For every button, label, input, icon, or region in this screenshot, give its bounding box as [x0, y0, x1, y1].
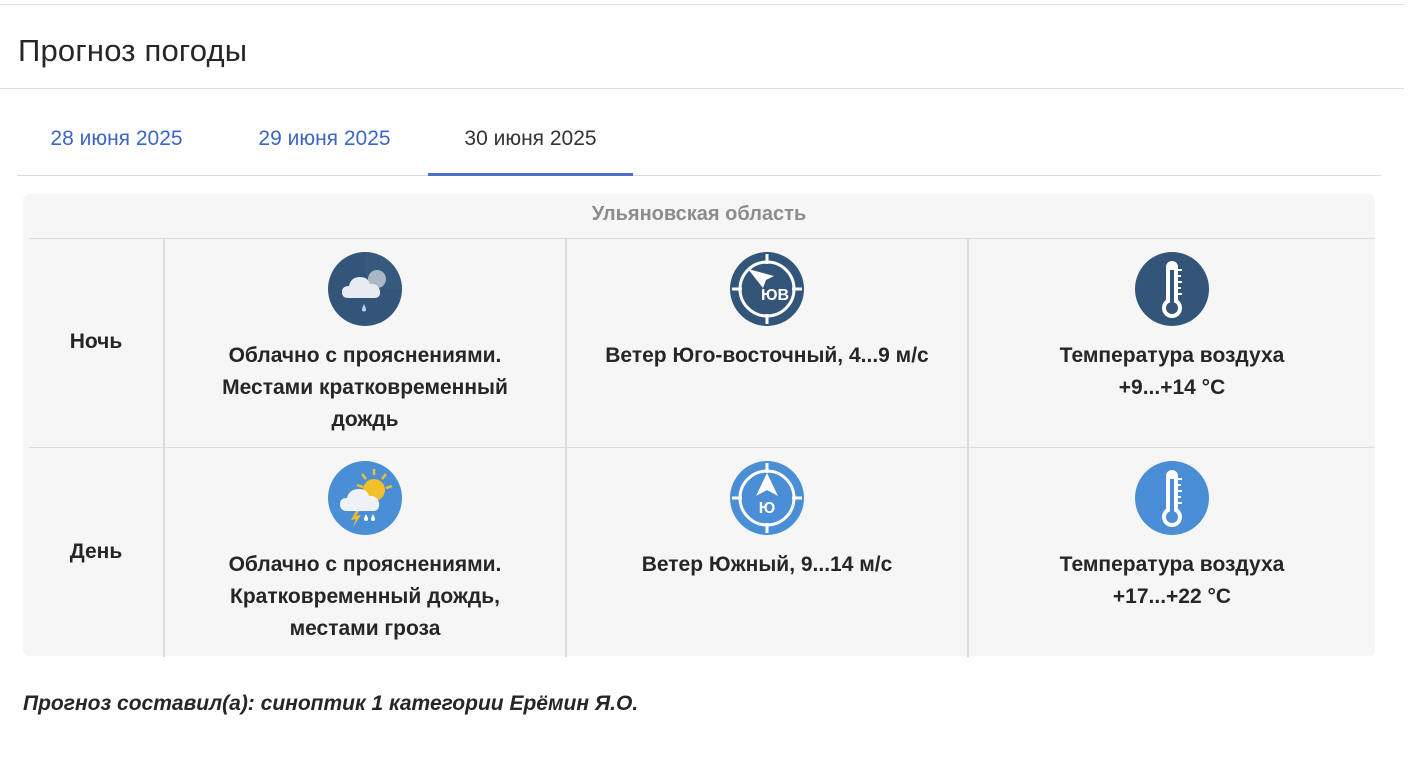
page-header: Прогноз погоды: [0, 5, 1404, 89]
wind-description: Ветер Южный, 9...14 м/с: [641, 553, 893, 576]
wind-southeast-icon: ЮВ: [730, 252, 804, 326]
temperature-description: Температура воздуха +17...+22 °С: [1059, 553, 1285, 608]
forecast-card: Ульяновская область Ночь Облачно с прояс…: [23, 194, 1375, 657]
date-tabs: 28 июня 2025 29 июня 2025 30 июня 2025: [17, 106, 1381, 176]
partly-cloudy-thunderstorm-icon: [328, 461, 402, 535]
wind-cell: Ю Ветер Южный, 9...14 м/с: [565, 448, 967, 657]
page-title: Прогноз погоды: [18, 33, 248, 68]
thermometer-icon: [1135, 252, 1209, 326]
thermometer-icon: [1135, 461, 1209, 535]
wind-description: Ветер Юго-восточный, 4...9 м/с: [605, 344, 929, 367]
wind-south-icon: Ю: [730, 461, 804, 535]
weather-cell: Облачно с прояснениями. Кратковременный …: [163, 448, 565, 657]
weather-description: Облачно с прояснениями. Местами кратковр…: [222, 344, 508, 431]
temperature-cell: Температура воздуха +9...+14 °С: [967, 239, 1375, 447]
tab-date-1[interactable]: 28 июня 2025: [17, 106, 216, 176]
forecast-table: Ночь Облачно с прояснениями. Местами кра…: [29, 238, 1375, 657]
svg-text:Ю: Ю: [759, 500, 776, 517]
forecast-row-day: День Облачно с прояснениями. Кратковреме…: [29, 448, 1375, 657]
temperature-cell: Температура воздуха +17...+22 °С: [967, 448, 1375, 657]
forecast-author: Прогноз составил(а): синоптик 1 категори…: [23, 692, 639, 715]
region-title: Ульяновская область: [591, 203, 807, 225]
tab-date-2[interactable]: 29 июня 2025: [222, 106, 427, 176]
tab-date-3[interactable]: 30 июня 2025: [428, 106, 633, 176]
period-label: Ночь: [69, 330, 123, 353]
forecast-row-night: Ночь Облачно с прояснениями. Местами кра…: [29, 239, 1375, 448]
wind-cell: ЮВ Ветер Юго-восточный, 4...9 м/с: [565, 239, 967, 447]
svg-text:ЮВ: ЮВ: [761, 287, 789, 304]
cloudy-rain-night-icon: [328, 252, 402, 326]
period-label: День: [69, 539, 123, 563]
temperature-description: Температура воздуха +9...+14 °С: [1059, 344, 1285, 399]
weather-cell: Облачно с прояснениями. Местами кратковр…: [163, 239, 565, 447]
weather-description: Облачно с прояснениями. Кратковременный …: [228, 553, 502, 640]
